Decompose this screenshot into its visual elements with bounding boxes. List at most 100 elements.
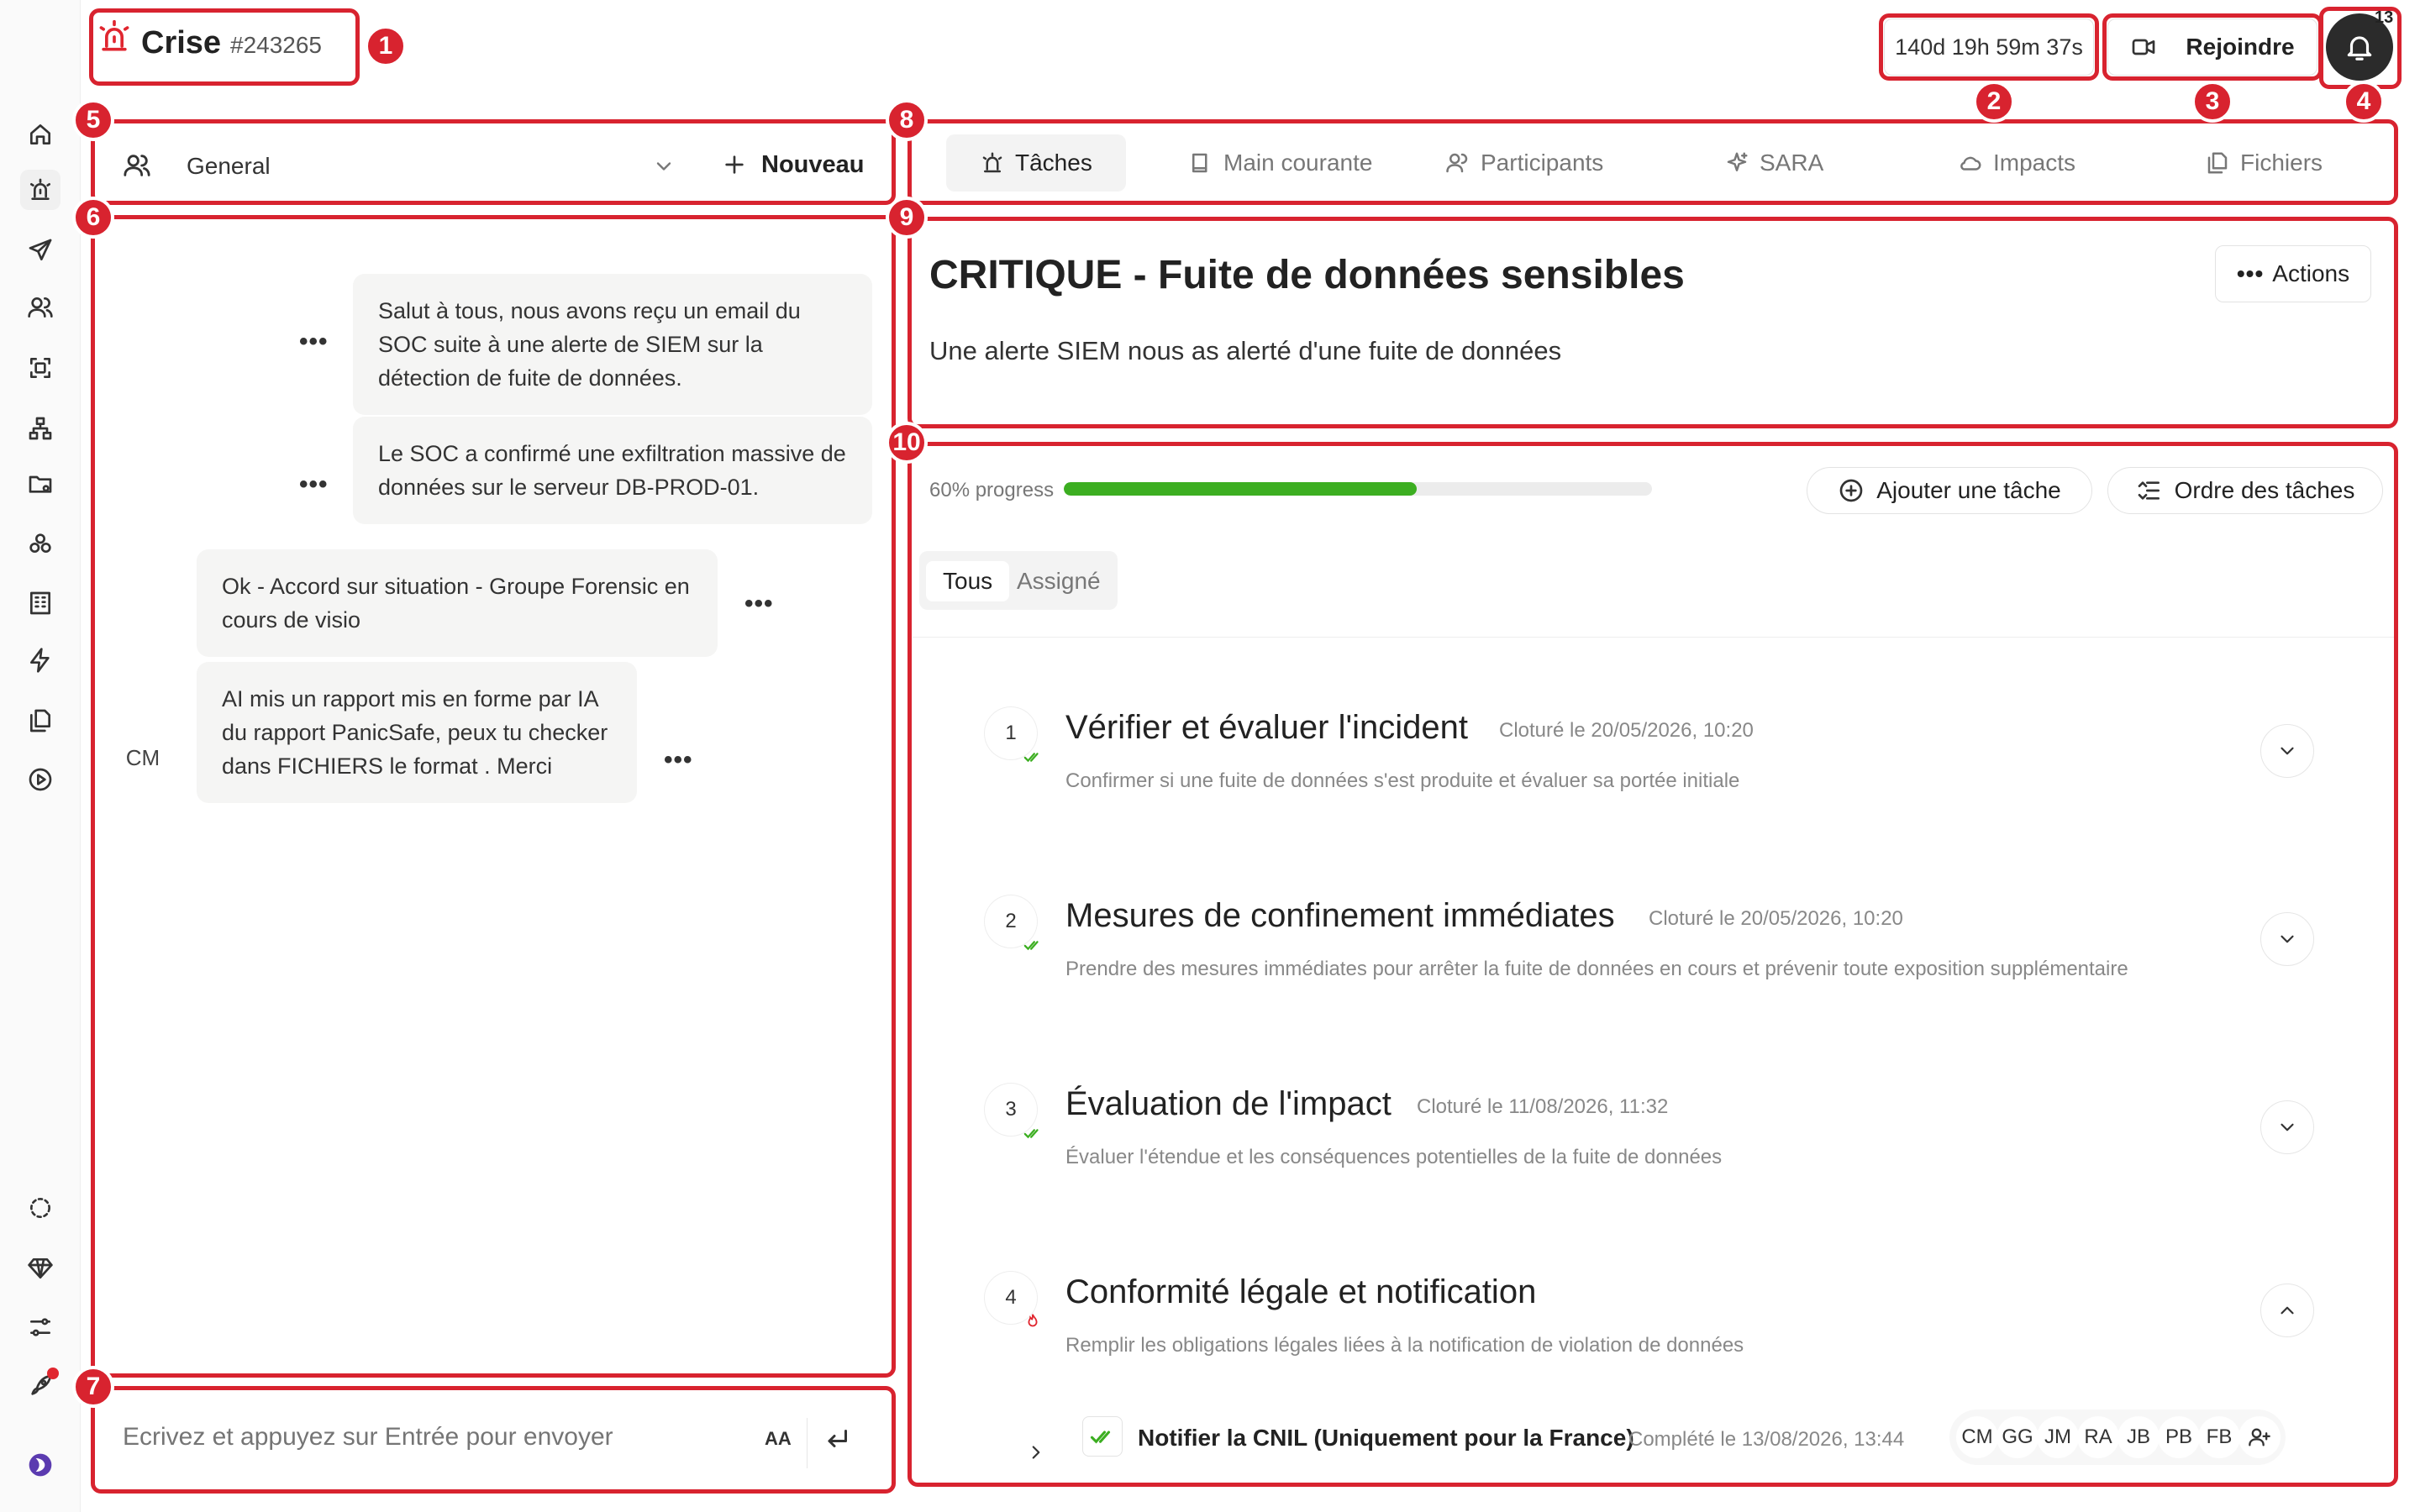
files-icon[interactable] (20, 701, 60, 741)
task-title[interactable]: Vérifier et évaluer l'incident (1065, 709, 1468, 747)
loader-icon[interactable] (20, 1188, 60, 1228)
filter-assigne[interactable]: Assigné (1000, 561, 1118, 601)
task-date: Cloturé le 20/05/2026, 10:20 (1649, 907, 1903, 930)
bolt-icon[interactable] (20, 640, 60, 680)
progress-label: 60% progress (929, 479, 1055, 501)
assignee-list: CM GG JM RA JB PB FB (1949, 1410, 2286, 1465)
message-menu-icon[interactable]: ••• (744, 590, 774, 618)
avatar[interactable]: CM (1956, 1416, 1998, 1458)
book-icon (1192, 153, 1207, 173)
users-icon (123, 151, 151, 180)
tab-impacts[interactable]: Impacts (1958, 134, 2075, 192)
brand-logo-icon[interactable] (20, 1445, 60, 1485)
avatar[interactable]: RA (2077, 1416, 2119, 1458)
home-icon[interactable] (20, 114, 60, 155)
input-divider (807, 1418, 808, 1468)
subtask-title[interactable]: Notifier la CNIL (Uniquement pour la Fra… (1138, 1425, 1634, 1452)
progress-bar (1064, 482, 1652, 496)
network-icon[interactable] (20, 408, 60, 449)
annotation-badge: 7 (72, 1366, 114, 1408)
avatar[interactable]: PB (2158, 1416, 2200, 1458)
send-icon[interactable] (20, 230, 60, 270)
task-title[interactable]: Conformité légale et notification (1065, 1273, 1536, 1311)
add-task-button[interactable]: Ajouter une tâche (1807, 467, 2092, 514)
tab-sara[interactable]: SARA (1724, 134, 1823, 192)
avatar[interactable]: JB (2118, 1416, 2160, 1458)
cluster-icon[interactable] (20, 524, 60, 564)
expand-task-button[interactable] (2260, 724, 2314, 778)
plus-circle-icon (1839, 479, 1863, 502)
task-order-button[interactable]: Ordre des tâches (2107, 467, 2383, 514)
join-label: Rejoindre (2186, 34, 2295, 60)
annotation-badge: 4 (2343, 81, 2385, 123)
message-input[interactable] (123, 1423, 744, 1452)
chevron-up-icon (2281, 1306, 2294, 1315)
scan-icon[interactable] (20, 348, 60, 388)
crisis-title: CRITIQUE - Fuite de données sensibles (929, 253, 1685, 297)
filter-tous[interactable]: Tous (926, 561, 1010, 601)
chevron-down-icon (2281, 1123, 2294, 1131)
folder-icon[interactable] (20, 464, 60, 504)
progress-fill (1064, 482, 1417, 496)
annotation-box (908, 217, 2398, 428)
gem-icon[interactable] (20, 1248, 60, 1289)
join-button[interactable]: Rejoindre (2107, 18, 2317, 76)
double-check-icon (1023, 1129, 1039, 1139)
crisis-id: #243265 (230, 32, 323, 58)
task-description: Prendre des mesures immédiates pour arrê… (1065, 958, 2128, 980)
annotation-badge: 5 (72, 99, 114, 141)
channel-select[interactable]: General (187, 153, 271, 180)
task-title[interactable]: Évaluation de l'impact (1065, 1085, 1392, 1123)
annotation-badge: 6 (72, 197, 114, 239)
avatar[interactable]: JM (2037, 1416, 2079, 1458)
subtask-checkbox[interactable] (1082, 1416, 1123, 1457)
siren-icon[interactable] (20, 170, 60, 210)
more-icon: ••• (2236, 260, 2265, 286)
message-menu-icon[interactable]: ••• (299, 470, 329, 499)
expand-task-button[interactable] (2260, 1100, 2314, 1154)
users-icon[interactable] (20, 287, 60, 328)
tab-main-courante[interactable]: Main courante (1188, 134, 1372, 192)
tab-fichiers[interactable]: Fichiers (2205, 134, 2323, 192)
chat-message: Le SOC a confirmé une exfiltration massi… (353, 417, 872, 524)
tab-participants[interactable]: Participants (1445, 134, 1603, 192)
collapse-task-button[interactable] (2260, 1284, 2314, 1337)
double-check-icon (1023, 753, 1039, 763)
task-description: Confirmer si une fuite de données s'est … (1065, 769, 1740, 792)
left-sidebar (0, 0, 81, 1512)
expand-task-button[interactable] (2260, 912, 2314, 966)
tab-taches[interactable]: Tâches (946, 134, 1126, 192)
rocket-icon[interactable] (20, 1366, 60, 1406)
avatar: CM (116, 731, 170, 785)
building-icon[interactable] (20, 583, 60, 623)
task-date: Cloturé le 11/08/2026, 11:32 (1417, 1095, 1669, 1118)
message-menu-icon[interactable]: ••• (299, 328, 329, 356)
users-icon (1446, 153, 1468, 173)
avatar[interactable]: FB (2198, 1416, 2240, 1458)
bell-icon (2347, 36, 2372, 60)
sliders-icon[interactable] (20, 1307, 60, 1347)
divider (913, 637, 2396, 638)
play-icon[interactable] (20, 759, 60, 800)
files-icon (2207, 152, 2228, 174)
annotation-badge: 10 (886, 422, 928, 464)
double-check-icon (1090, 1431, 1111, 1444)
message-menu-icon[interactable]: ••• (664, 746, 693, 774)
sparkles-icon (1727, 152, 1748, 171)
enter-icon[interactable] (822, 1425, 852, 1455)
add-assignee-button[interactable] (2238, 1416, 2281, 1458)
cloud-icon (1960, 156, 1981, 171)
task-title[interactable]: Mesures de confinement immédiates (1065, 897, 1615, 935)
annotation-badge: 3 (2191, 81, 2233, 123)
new-channel-button[interactable]: Nouveau (761, 151, 864, 179)
actions-button[interactable]: ••• Actions (2215, 245, 2371, 302)
avatar[interactable]: GG (1996, 1416, 2039, 1458)
annotation-badge: 8 (886, 99, 928, 141)
chevron-right-icon[interactable] (1025, 1441, 1047, 1463)
chat-message: AI mis un rapport mis en forme par IA du… (197, 662, 637, 803)
chevron-down-icon[interactable] (652, 155, 676, 178)
page-title: Crise (141, 25, 222, 60)
siren-icon (982, 152, 1002, 173)
format-toggle[interactable]: AA (765, 1428, 792, 1450)
subtask-date: Complété le 13/08/2026, 13:44 (1628, 1428, 1905, 1451)
